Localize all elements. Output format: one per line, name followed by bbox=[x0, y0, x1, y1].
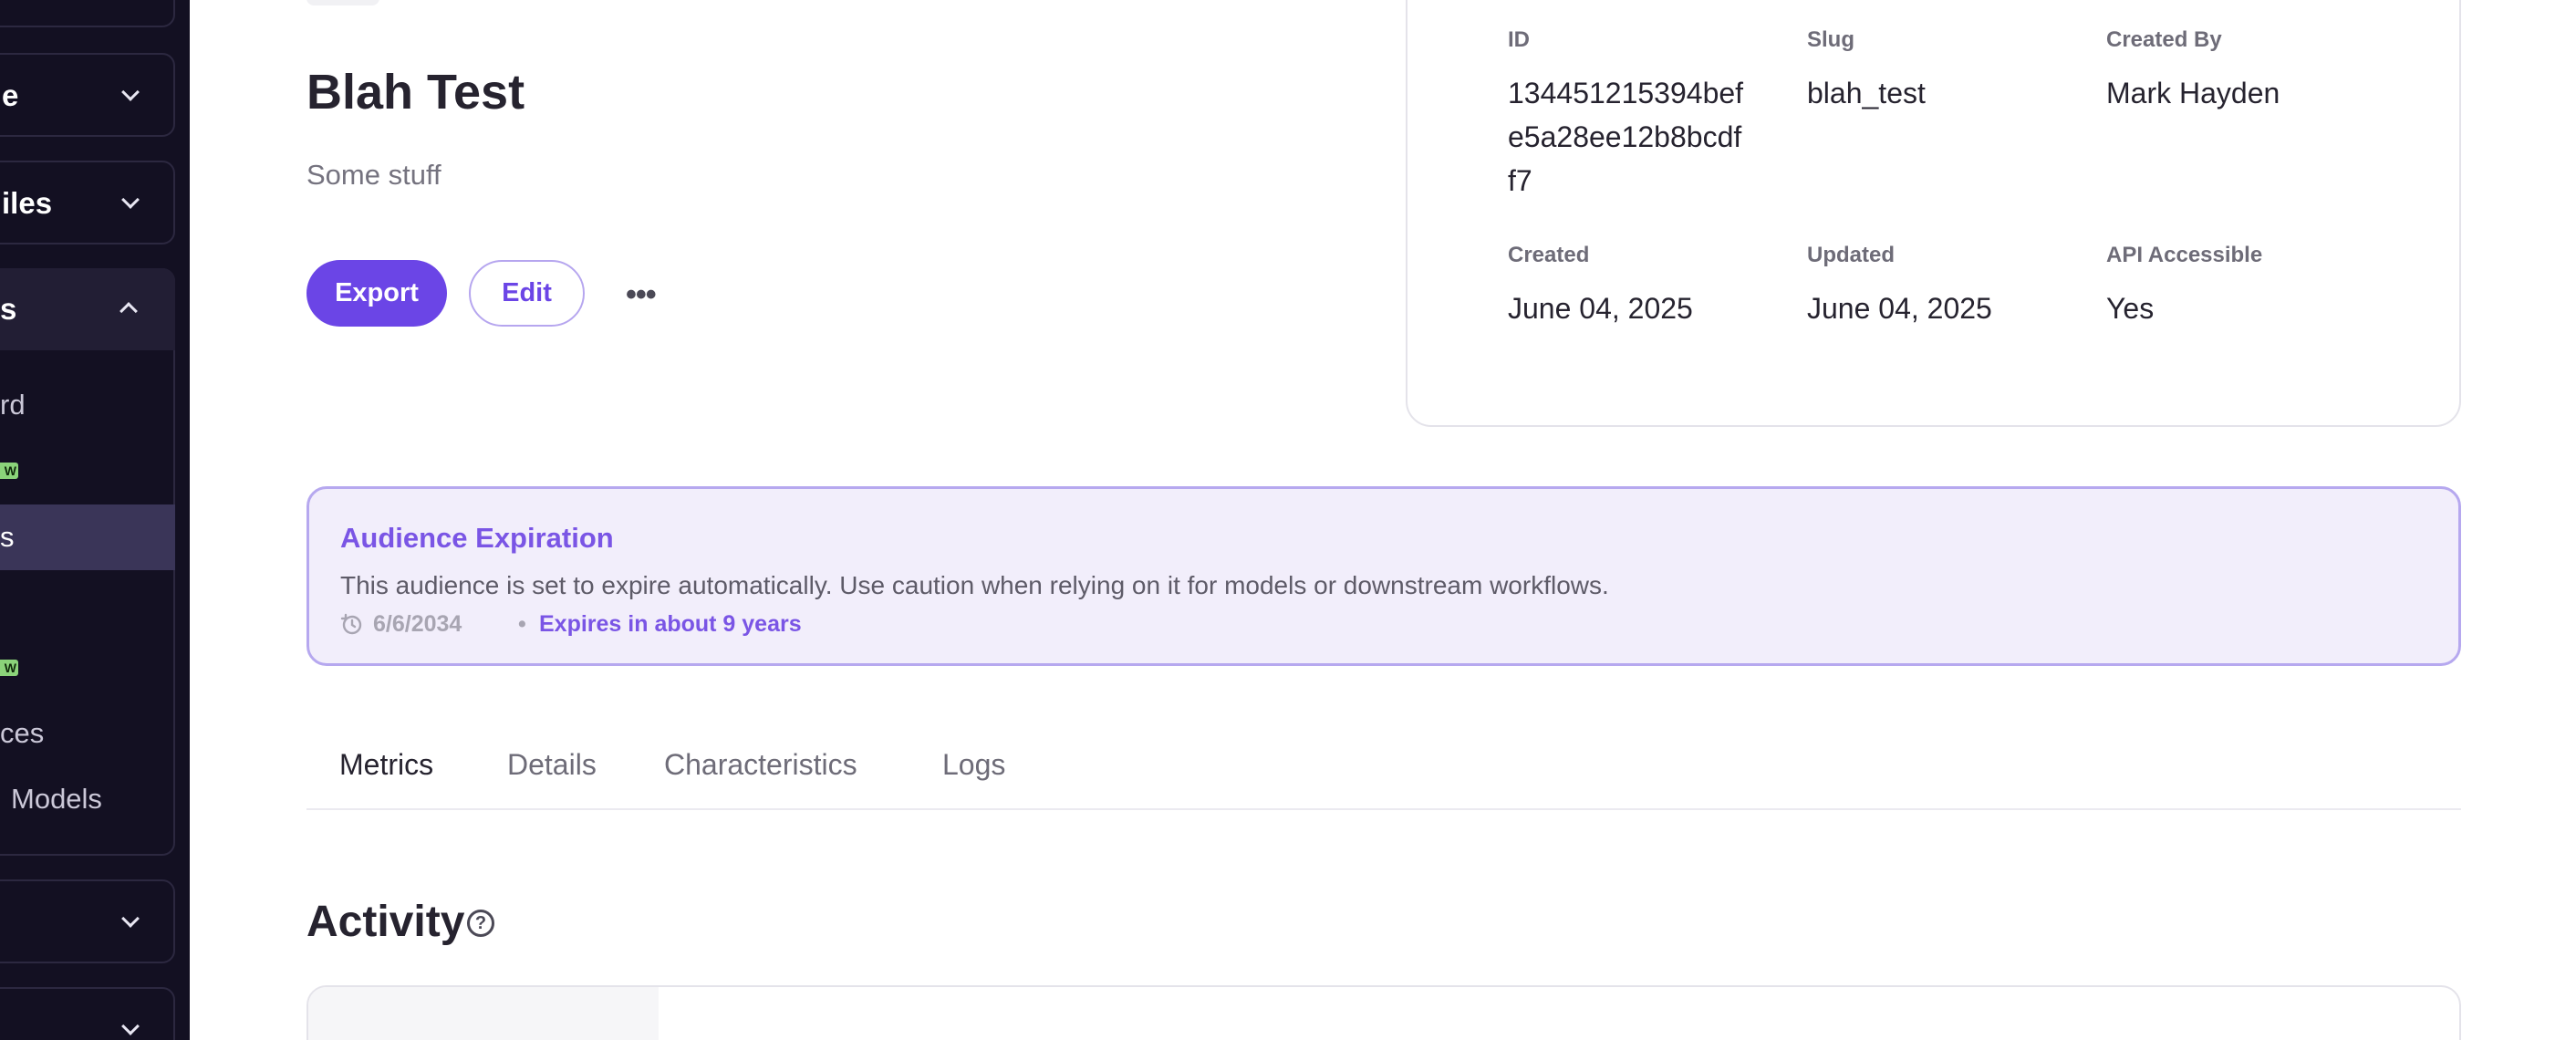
api-accessible-label: API Accessible bbox=[2106, 243, 2263, 267]
sidebar-item-3[interactable]: s bbox=[0, 268, 175, 350]
expiration-banner: Audience Expiration This audience is set… bbox=[306, 486, 2461, 666]
chevron-down-icon bbox=[121, 191, 140, 209]
sidebar-subitem-label: s bbox=[0, 521, 15, 553]
sidebar-item-label: e bbox=[2, 78, 19, 112]
tab-logs[interactable]: Logs bbox=[942, 748, 1005, 782]
new-badge: W bbox=[0, 660, 18, 676]
more-options-icon[interactable]: ••• bbox=[626, 279, 660, 310]
id-value-line: e5a28ee12b8bcdf bbox=[1508, 120, 1742, 153]
id-label: ID bbox=[1508, 27, 1530, 52]
created-label: Created bbox=[1508, 243, 1590, 267]
activity-side-panel bbox=[308, 987, 659, 1040]
tab-bar: Metrics Details Characteristics Logs bbox=[306, 730, 2461, 810]
sidebar-item-label: iles bbox=[2, 186, 53, 220]
id-value-line: 134451215394bef bbox=[1508, 77, 1744, 109]
sidebar-item-5[interactable] bbox=[0, 987, 175, 1040]
chevron-down-icon bbox=[121, 83, 140, 101]
tab-details[interactable]: Details bbox=[507, 748, 597, 782]
chevron-down-icon bbox=[121, 910, 140, 928]
slug-label: Slug bbox=[1807, 27, 1854, 52]
created-value: June 04, 2025 bbox=[1508, 292, 1693, 325]
page-description: Some stuff bbox=[306, 159, 441, 191]
expiration-date: 6/6/2034 bbox=[373, 611, 462, 637]
separator-dot: • bbox=[518, 611, 526, 637]
top-pill bbox=[306, 0, 379, 5]
expires-relative: Expires in about 9 years bbox=[539, 611, 802, 637]
sidebar-subitem-4[interactable]: Models bbox=[11, 783, 102, 816]
activity-card bbox=[306, 985, 2461, 1040]
id-value-line: f7 bbox=[1508, 164, 1532, 197]
chevron-up-icon bbox=[119, 302, 138, 320]
sidebar-item-2[interactable]: iles bbox=[0, 161, 175, 244]
sidebar-subitem-active[interactable]: s bbox=[0, 504, 175, 570]
sidebar-item-label: s bbox=[0, 292, 17, 326]
created-by-label: Created By bbox=[2106, 27, 2222, 52]
tab-characteristics[interactable]: Characteristics bbox=[664, 748, 857, 782]
new-badge: W bbox=[0, 463, 18, 479]
page-title: Blah Test bbox=[306, 65, 525, 120]
sidebar-group-top[interactable] bbox=[0, 0, 175, 27]
banner-title: Audience Expiration bbox=[340, 522, 614, 554]
sidebar-item-4[interactable] bbox=[0, 879, 175, 963]
id-value: 134451215394bef e5a28ee12b8bcdf f7 bbox=[1508, 71, 1743, 203]
updated-label: Updated bbox=[1807, 243, 1895, 267]
tab-metrics[interactable]: Metrics bbox=[339, 748, 433, 782]
history-clock-icon bbox=[340, 613, 362, 635]
updated-value: June 04, 2025 bbox=[1807, 292, 1992, 325]
sidebar: e iles s rd W s W ces Models bbox=[0, 0, 190, 1040]
created-by-value: Mark Hayden bbox=[2106, 77, 2280, 109]
chevron-down-icon bbox=[121, 1017, 140, 1035]
sidebar-subitem-3[interactable]: ces bbox=[0, 717, 44, 750]
slug-value: blah_test bbox=[1807, 77, 1926, 109]
export-button[interactable]: Export bbox=[306, 260, 447, 327]
sidebar-subitem-1[interactable]: rd bbox=[0, 389, 26, 421]
activity-heading: Activity bbox=[306, 898, 465, 946]
banner-text: This audience is set to expire automatic… bbox=[340, 571, 1609, 599]
help-icon[interactable]: ? bbox=[467, 910, 494, 937]
api-accessible-value: Yes bbox=[2106, 292, 2155, 325]
sidebar-item-1[interactable]: e bbox=[0, 53, 175, 137]
edit-button[interactable]: Edit bbox=[469, 260, 585, 327]
info-card: ID 134451215394bef e5a28ee12b8bcdf f7 Sl… bbox=[1406, 0, 2461, 427]
